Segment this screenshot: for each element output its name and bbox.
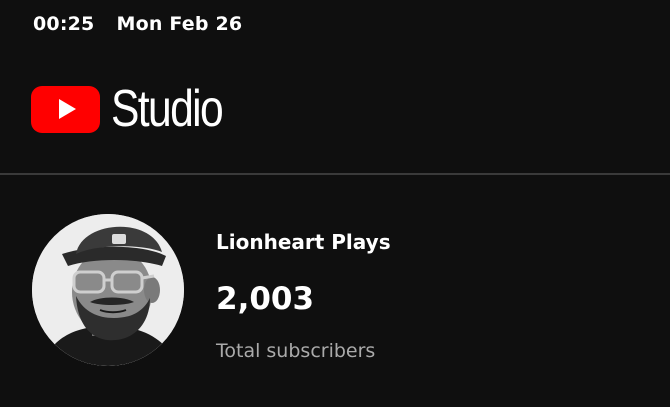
header-divider xyxy=(0,173,670,175)
status-time: 00:25 xyxy=(33,13,95,35)
channel-avatar[interactable] xyxy=(32,214,184,366)
channel-name: Lionheart Plays xyxy=(216,230,391,254)
status-date: Mon Feb 26 xyxy=(116,13,243,35)
subscriber-label: Total subscribers xyxy=(216,340,376,362)
studio-logo[interactable]: Studio xyxy=(31,79,246,138)
avatar-photo xyxy=(32,214,184,366)
youtube-play-icon xyxy=(31,86,100,133)
subscriber-count: 2,003 xyxy=(216,281,315,317)
studio-title: Studio xyxy=(111,79,224,138)
status-bar: 00:25 Mon Feb 26 xyxy=(33,11,242,37)
